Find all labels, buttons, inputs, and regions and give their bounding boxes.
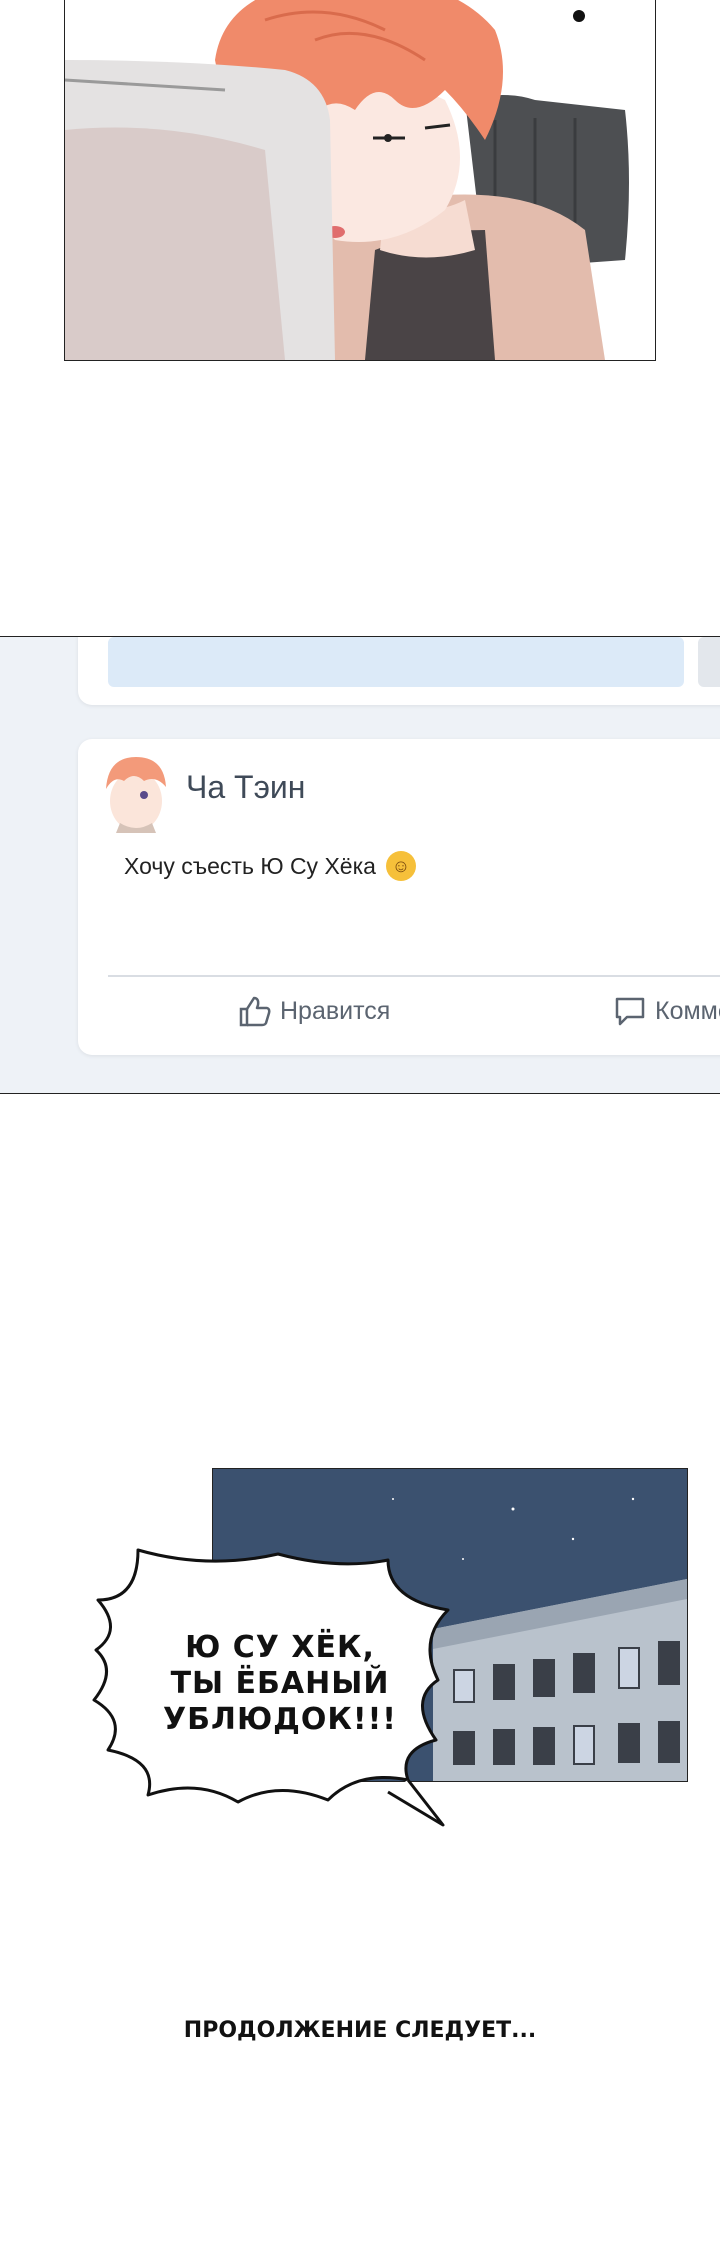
comment-input-bar[interactable]: [108, 637, 684, 687]
like-button[interactable]: Нравится: [238, 995, 390, 1027]
comment-label: Комме: [655, 996, 720, 1025]
previous-post-card: [78, 637, 720, 705]
divider: [108, 975, 720, 977]
speech-bubble-text: Ю СУ ХЁК, ТЫ ЁБАНЫЙ УБЛЮДОК!!!: [150, 1630, 410, 1738]
post-text: Хочу съесть Ю Су Хёка: [124, 852, 376, 879]
smiling-face-icon: ☺: [385, 851, 416, 881]
comic-panel-social-feed: Ча Тэин Хочу съесть Ю Су Хёка ☺ Нравится…: [0, 636, 720, 1094]
comic-panel-character-at-computer: [64, 0, 656, 361]
like-label: Нравится: [280, 996, 391, 1025]
avatar[interactable]: [100, 753, 172, 833]
speech-line: ТЫ ЁБАНЫЙ: [170, 1666, 390, 1701]
to-be-continued-caption: ПРОДОЛЖЕНИЕ СЛЕДУЕТ...: [183, 2018, 537, 2043]
avatar-image: [106, 757, 166, 833]
character-illustration: [65, 0, 629, 360]
speech-line: Ю СУ ХЁК,: [185, 1630, 375, 1665]
speech-line: УБЛЮДОК!!!: [163, 1702, 397, 1737]
post-content: Хочу съесть Ю Су Хёка ☺: [124, 851, 416, 881]
thumbs-up-icon: [239, 996, 271, 1027]
comment-button[interactable]: Комме: [613, 995, 720, 1027]
send-button[interactable]: [698, 637, 720, 687]
comment-icon: [615, 997, 645, 1026]
post-author-name[interactable]: Ча Тэин: [186, 769, 305, 806]
post-card: Ча Тэин Хочу съесть Ю Су Хёка ☺ Нравится…: [78, 739, 720, 1055]
